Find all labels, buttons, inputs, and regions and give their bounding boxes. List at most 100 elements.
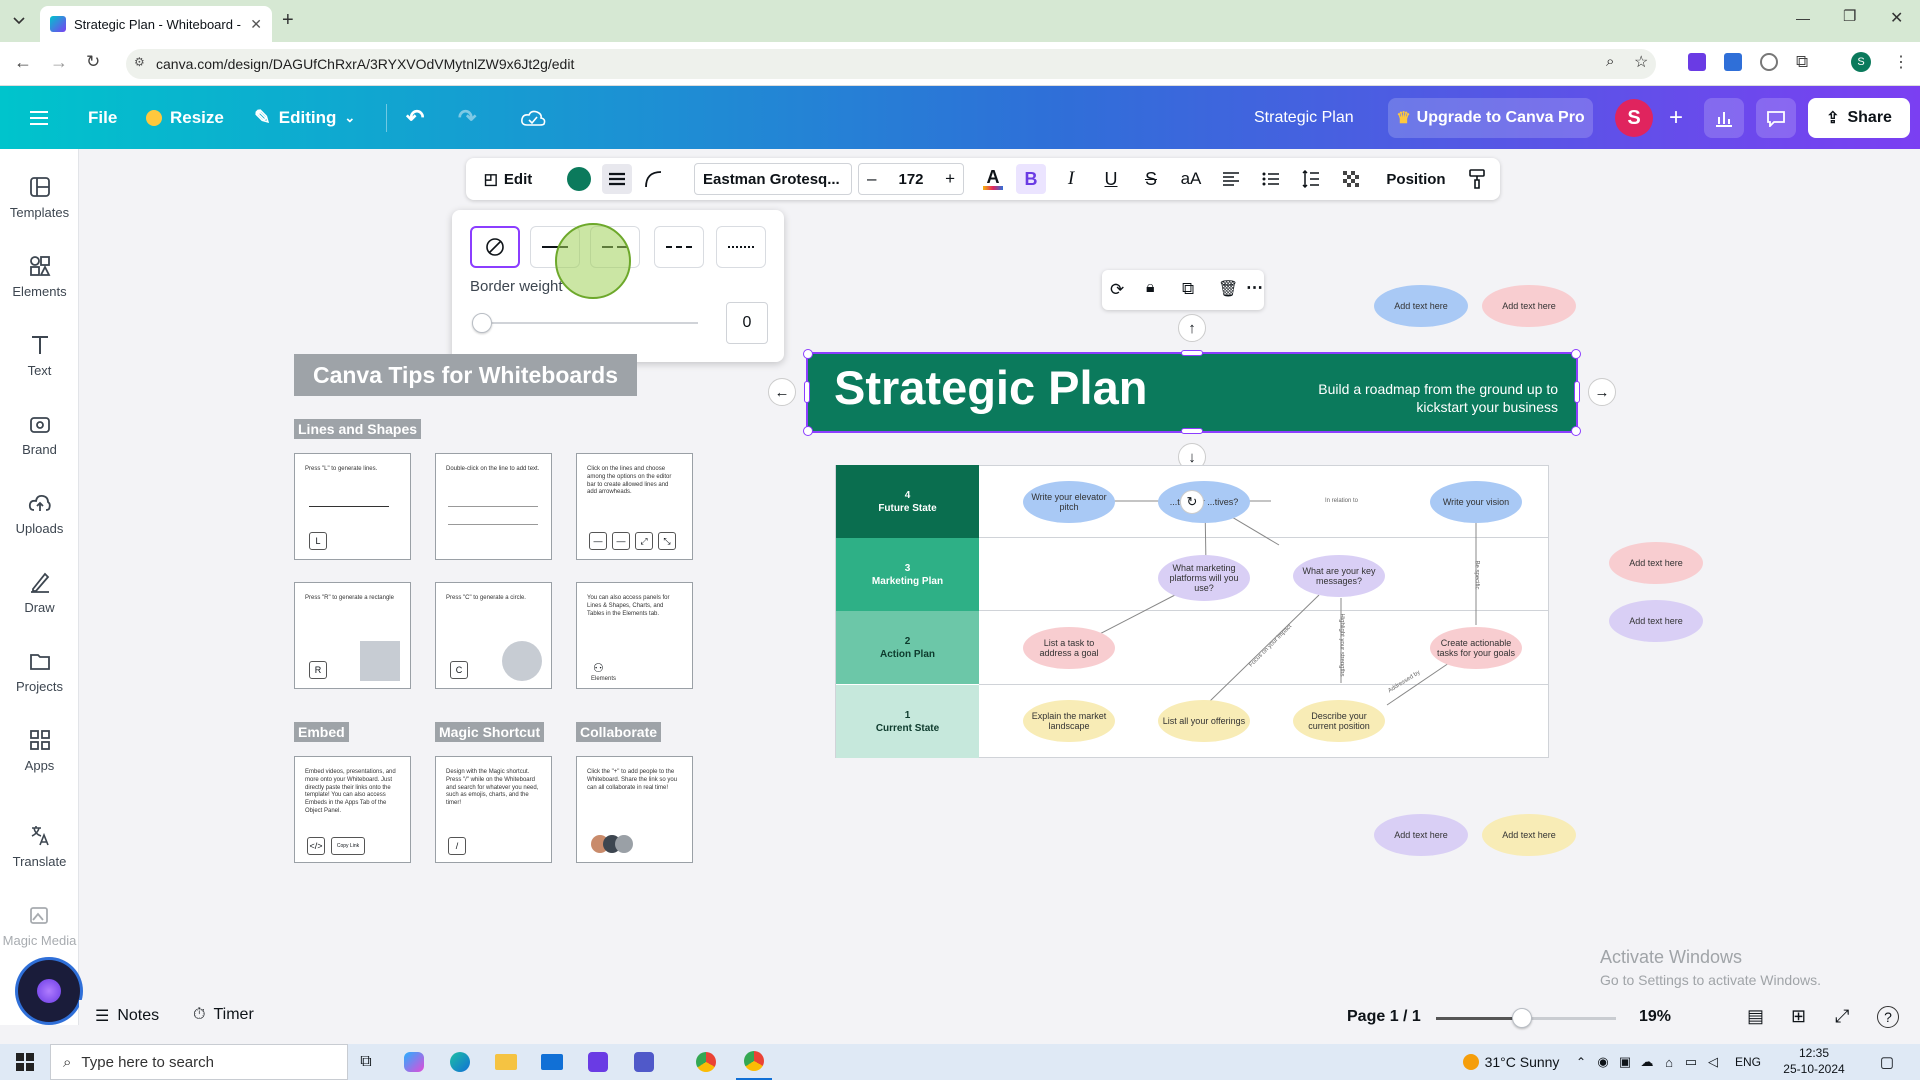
border-dotted-option[interactable] [716, 226, 766, 268]
add-left-arrow-icon[interactable]: ← [768, 378, 796, 406]
comment-icon[interactable] [1756, 98, 1796, 138]
cloud-saved-icon[interactable] [520, 86, 546, 149]
help-icon[interactable]: ? [1877, 1006, 1899, 1028]
lines-shapes-label[interactable]: Lines and Shapes [294, 419, 422, 439]
collaborate-label[interactable]: Collaborate [576, 722, 662, 742]
row-current-state[interactable]: 1 Current State [836, 685, 979, 758]
border-weight-slider-thumb[interactable] [472, 313, 492, 333]
extension-2-icon[interactable] [1724, 53, 1742, 71]
windows-start-icon[interactable] [10, 1044, 40, 1080]
bubble-market-landscape[interactable]: Explain the market landscape [1023, 700, 1115, 742]
assistant-button[interactable] [18, 960, 80, 1022]
bubble-list-task[interactable]: List a task to address a goal [1023, 627, 1115, 669]
extra-bubble-pink[interactable]: Add text here [1482, 285, 1576, 327]
delete-icon[interactable]: 🗑︎ [1218, 279, 1238, 299]
notes-button[interactable]: ☰ Notes [95, 1006, 159, 1026]
extra-bubble-pink[interactable]: Add text here [1609, 542, 1703, 584]
text-color-button[interactable]: A [980, 158, 1006, 200]
upgrade-button[interactable]: ♛ Upgrade to Canva Pro [1388, 98, 1593, 138]
page-view-icon[interactable]: ▤ [1747, 1006, 1764, 1027]
add-people-icon[interactable]: + [1657, 99, 1695, 137]
notifications-icon[interactable]: ▢ [1872, 1044, 1902, 1080]
grid-view-icon[interactable]: ⊞ [1791, 1006, 1806, 1027]
resize-handle[interactable] [1571, 426, 1581, 436]
tray-onedrive-icon[interactable]: ☁ [1636, 1044, 1658, 1080]
extra-bubble-purple[interactable]: Add text here [1374, 814, 1468, 856]
tips-title[interactable]: Canva Tips for Whiteboards [294, 354, 637, 396]
italic-button[interactable]: I [1056, 158, 1086, 200]
resize-handle[interactable] [1571, 349, 1581, 359]
add-right-arrow-icon[interactable]: → [1588, 378, 1616, 406]
add-above-arrow-icon[interactable]: ↑ [1178, 314, 1206, 342]
reload-icon[interactable]: ↻ [86, 52, 100, 72]
bookmark-star-icon[interactable]: ☆ [1634, 52, 1648, 72]
rotate-handle-icon[interactable]: ↻ [1180, 490, 1204, 514]
decrease-size-button[interactable]: – [867, 169, 876, 189]
lock-icon[interactable]: 🔒︎ [1146, 279, 1155, 297]
tray-chevron-up-icon[interactable]: ⌃ [1570, 1044, 1592, 1080]
restore-icon[interactable]: ❐ [1843, 7, 1856, 25]
align-button[interactable] [1216, 158, 1246, 200]
tip-card-collaborate[interactable]: Click the "+" to add people to the White… [576, 756, 693, 863]
border-weight-input[interactable]: 0 [726, 302, 768, 344]
corner-rounding-button[interactable] [638, 158, 668, 200]
bubble-vision[interactable]: Write your vision [1430, 481, 1522, 523]
sidebar-item-translate[interactable]: Translate [0, 824, 79, 869]
border-style-button[interactable] [602, 164, 632, 194]
file-menu[interactable]: File [88, 86, 117, 149]
resize-handle[interactable] [1574, 381, 1580, 403]
chrome-icon[interactable] [688, 1044, 724, 1080]
extra-bubble-purple[interactable]: Add text here [1609, 600, 1703, 642]
resize-handle[interactable] [1181, 428, 1203, 434]
tip-card-line-text[interactable]: Double-click on the line to add text. [435, 453, 552, 560]
file-explorer-icon[interactable] [488, 1044, 524, 1080]
bubble-platforms[interactable]: What marketing platforms will you use? [1158, 555, 1250, 601]
row-action-plan[interactable]: 2 Action Plan [836, 611, 979, 684]
new-tab-button[interactable]: + [282, 9, 294, 32]
bubble-objectives[interactable]: ...te your ...tives? [1158, 481, 1250, 523]
user-avatar[interactable]: S [1615, 99, 1653, 137]
tip-card-rectangle[interactable]: Press "R" to generate a rectangle R [294, 582, 411, 689]
more-options-icon[interactable]: ⋯ [1246, 278, 1263, 298]
sidebar-item-apps[interactable]: Apps [0, 728, 79, 773]
task-view-icon[interactable]: ⧉ [348, 1044, 384, 1080]
copilot-icon[interactable] [396, 1044, 432, 1080]
tip-card-lines[interactable]: Press "L" to generate lines. L [294, 453, 411, 560]
underline-button[interactable]: U [1096, 158, 1126, 200]
input-language[interactable]: ENG [1730, 1044, 1766, 1080]
tip-card-circle[interactable]: Press "C" to generate a circle. C [435, 582, 552, 689]
resize-button[interactable]: Resize [146, 86, 224, 149]
border-none-option[interactable] [470, 226, 520, 268]
list-button[interactable] [1256, 158, 1286, 200]
edge-icon[interactable] [442, 1044, 478, 1080]
tray-network-icon[interactable]: ⌂ [1658, 1044, 1680, 1080]
bubble-current-position[interactable]: Describe your current position [1293, 700, 1385, 742]
fullscreen-icon[interactable]: ⤢ [1835, 1006, 1849, 1027]
tip-card-magic-shortcut[interactable]: Design with the Magic shortcut. Press "/… [435, 756, 552, 863]
increase-size-button[interactable]: + [945, 169, 955, 189]
tip-card-line-options[interactable]: Click on the lines and choose among the … [576, 453, 693, 560]
profile-avatar[interactable]: S [1851, 52, 1871, 72]
resize-handle[interactable] [804, 381, 810, 403]
position-button[interactable]: Position [1378, 158, 1454, 200]
insights-icon[interactable] [1704, 98, 1744, 138]
row-future-state[interactable]: 4 Future State [836, 465, 979, 538]
tray-volume-icon[interactable]: ◁ [1702, 1044, 1724, 1080]
tip-card-elements[interactable]: You can also access panels for Lines & S… [576, 582, 693, 689]
zoom-slider-thumb[interactable] [1512, 1008, 1533, 1028]
bubble-offerings[interactable]: List all your offerings [1158, 700, 1250, 742]
embed-label[interactable]: Embed [294, 722, 349, 742]
strikethrough-button[interactable]: S [1136, 158, 1166, 200]
back-icon[interactable]: ← [14, 52, 32, 73]
zoom-percentage[interactable]: 19% [1639, 1008, 1671, 1026]
letter-case-button[interactable]: aA [1176, 158, 1206, 200]
duplicate-icon[interactable]: ⧉ [1182, 279, 1194, 299]
fill-color-button[interactable] [564, 158, 594, 200]
taskbar-search[interactable]: ⌕ Type here to search [50, 1044, 348, 1080]
tip-card-embed[interactable]: Embed videos, presentations, and more on… [294, 756, 411, 863]
menu-hamburger-icon[interactable] [28, 86, 50, 149]
url-field[interactable]: ⚙ canva.com/design/DAGUfChRxrA/3RYXVOdVM… [126, 49, 1656, 79]
close-tab-icon[interactable]: ✕ [250, 16, 262, 33]
tab-search-icon[interactable] [8, 10, 30, 32]
comment-add-icon[interactable]: ⟳ [1110, 280, 1124, 300]
